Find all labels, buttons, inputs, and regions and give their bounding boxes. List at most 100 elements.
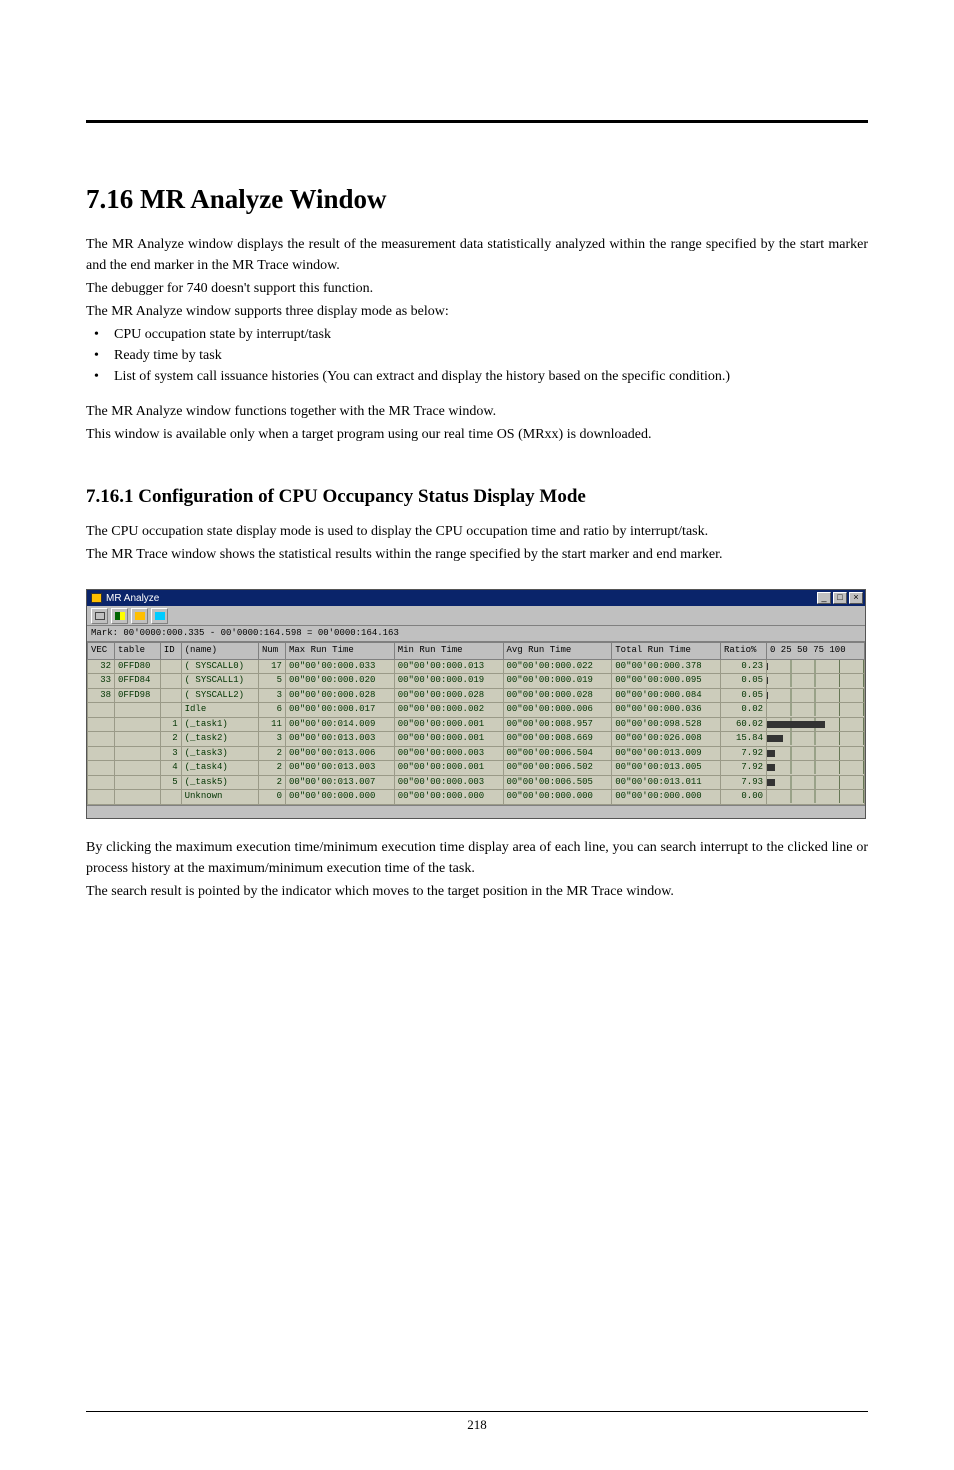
- col-ratio[interactable]: Ratio%: [721, 643, 767, 660]
- cell[interactable]: [115, 732, 161, 747]
- col-num[interactable]: Num: [258, 643, 285, 660]
- bar-cell[interactable]: [767, 674, 865, 689]
- cell[interactable]: ( SYSCALL0): [181, 659, 258, 674]
- cell[interactable]: 00"00'00:013.011: [612, 775, 721, 790]
- cell[interactable]: 0FFD98: [115, 688, 161, 703]
- window-title-bar[interactable]: MR Analyze _ □ ×: [87, 590, 865, 606]
- cell[interactable]: 00"00'00:000.003: [394, 775, 503, 790]
- cell[interactable]: [88, 761, 115, 776]
- cell[interactable]: 00"00'00:000.028: [285, 688, 394, 703]
- cell[interactable]: 00"00'00:000.003: [394, 746, 503, 761]
- cell[interactable]: (_task2): [181, 732, 258, 747]
- cell[interactable]: 4: [160, 761, 181, 776]
- bar-cell[interactable]: [767, 732, 865, 747]
- cell[interactable]: 00"00'00:000.095: [612, 674, 721, 689]
- cell[interactable]: [115, 703, 161, 718]
- cell[interactable]: [115, 746, 161, 761]
- cell[interactable]: 2: [160, 732, 181, 747]
- cell[interactable]: 7.92: [721, 761, 767, 776]
- cell[interactable]: 60.02: [721, 717, 767, 732]
- maximize-button[interactable]: □: [833, 592, 847, 604]
- cell[interactable]: 6: [258, 703, 285, 718]
- cell[interactable]: 0.23: [721, 659, 767, 674]
- col-min[interactable]: Min Run Time: [394, 643, 503, 660]
- toolbar-btn-1[interactable]: [91, 608, 108, 624]
- cell[interactable]: [160, 790, 181, 805]
- cell[interactable]: 00"00'00:000.019: [503, 674, 612, 689]
- cell[interactable]: 00"00'00:000.000: [612, 790, 721, 805]
- bar-cell[interactable]: [767, 703, 865, 718]
- cell[interactable]: 7.93: [721, 775, 767, 790]
- cell[interactable]: 33: [88, 674, 115, 689]
- col-id[interactable]: ID: [160, 643, 181, 660]
- cell[interactable]: 00"00'00:000.020: [285, 674, 394, 689]
- cell[interactable]: [160, 674, 181, 689]
- table-row[interactable]: 4(_task4)200"00'00:013.00300"00'00:000.0…: [88, 761, 865, 776]
- cell[interactable]: 00"00'00:008.669: [503, 732, 612, 747]
- table-row[interactable]: 1(_task1)1100"00'00:014.00900"00'00:000.…: [88, 717, 865, 732]
- cell[interactable]: 00"00'00:000.000: [503, 790, 612, 805]
- cell[interactable]: [88, 732, 115, 747]
- cell[interactable]: 11: [258, 717, 285, 732]
- bar-cell[interactable]: [767, 688, 865, 703]
- cell[interactable]: 0.00: [721, 790, 767, 805]
- cell[interactable]: [115, 790, 161, 805]
- cell[interactable]: 00"00'00:000.001: [394, 732, 503, 747]
- col-vec[interactable]: VEC: [88, 643, 115, 660]
- scrollbar[interactable]: [87, 805, 865, 818]
- cell[interactable]: 0.02: [721, 703, 767, 718]
- cell[interactable]: ( SYSCALL1): [181, 674, 258, 689]
- cell[interactable]: 0.05: [721, 688, 767, 703]
- table-row[interactable]: 320FFD80( SYSCALL0)1700"00'00:000.03300"…: [88, 659, 865, 674]
- cell[interactable]: 00"00'00:006.505: [503, 775, 612, 790]
- cell[interactable]: 2: [258, 746, 285, 761]
- cell[interactable]: 00"00'00:000.013: [394, 659, 503, 674]
- table-row[interactable]: Idle600"00'00:000.01700"00'00:000.00200"…: [88, 703, 865, 718]
- cell[interactable]: [160, 688, 181, 703]
- bar-cell[interactable]: [767, 659, 865, 674]
- cell[interactable]: 00"00'00:000.001: [394, 761, 503, 776]
- cell[interactable]: 17: [258, 659, 285, 674]
- cell[interactable]: 00"00'00:098.528: [612, 717, 721, 732]
- cell[interactable]: 00"00'00:000.036: [612, 703, 721, 718]
- cell[interactable]: 5: [258, 674, 285, 689]
- cell[interactable]: 00"00'00:000.028: [503, 688, 612, 703]
- col-table[interactable]: table: [115, 643, 161, 660]
- cell[interactable]: [88, 790, 115, 805]
- bar-cell[interactable]: [767, 746, 865, 761]
- cell[interactable]: 00"00'00:000.000: [394, 790, 503, 805]
- cell[interactable]: 00"00'00:000.006: [503, 703, 612, 718]
- cell[interactable]: 00"00'00:008.957: [503, 717, 612, 732]
- cell[interactable]: [88, 717, 115, 732]
- toolbar-btn-4[interactable]: [151, 608, 168, 624]
- cell[interactable]: 00"00'00:013.009: [612, 746, 721, 761]
- cell[interactable]: [160, 703, 181, 718]
- cell[interactable]: 00"00'00:000.002: [394, 703, 503, 718]
- cell[interactable]: 00"00'00:000.019: [394, 674, 503, 689]
- cell[interactable]: 3: [258, 732, 285, 747]
- cell[interactable]: 00"00'00:006.502: [503, 761, 612, 776]
- cell[interactable]: (_task4): [181, 761, 258, 776]
- cell[interactable]: 3: [160, 746, 181, 761]
- cell[interactable]: [160, 659, 181, 674]
- bar-cell[interactable]: [767, 761, 865, 776]
- cell[interactable]: (_task5): [181, 775, 258, 790]
- cell[interactable]: 00"00'00:000.033: [285, 659, 394, 674]
- cell[interactable]: 00"00'00:013.005: [612, 761, 721, 776]
- cell[interactable]: (_task3): [181, 746, 258, 761]
- cell[interactable]: [115, 775, 161, 790]
- cell[interactable]: 2: [258, 775, 285, 790]
- cell[interactable]: Unknown: [181, 790, 258, 805]
- cell[interactable]: 00"00'00:013.003: [285, 761, 394, 776]
- cell[interactable]: 00"00'00:013.003: [285, 732, 394, 747]
- cell[interactable]: 15.84: [721, 732, 767, 747]
- cell[interactable]: 00"00'00:000.001: [394, 717, 503, 732]
- bar-cell[interactable]: [767, 790, 865, 805]
- cell[interactable]: [88, 746, 115, 761]
- minimize-button[interactable]: _: [817, 592, 831, 604]
- cell[interactable]: (_task1): [181, 717, 258, 732]
- cell[interactable]: ( SYSCALL2): [181, 688, 258, 703]
- cell[interactable]: 00"00'00:000.028: [394, 688, 503, 703]
- cell[interactable]: 5: [160, 775, 181, 790]
- close-button[interactable]: ×: [849, 592, 863, 604]
